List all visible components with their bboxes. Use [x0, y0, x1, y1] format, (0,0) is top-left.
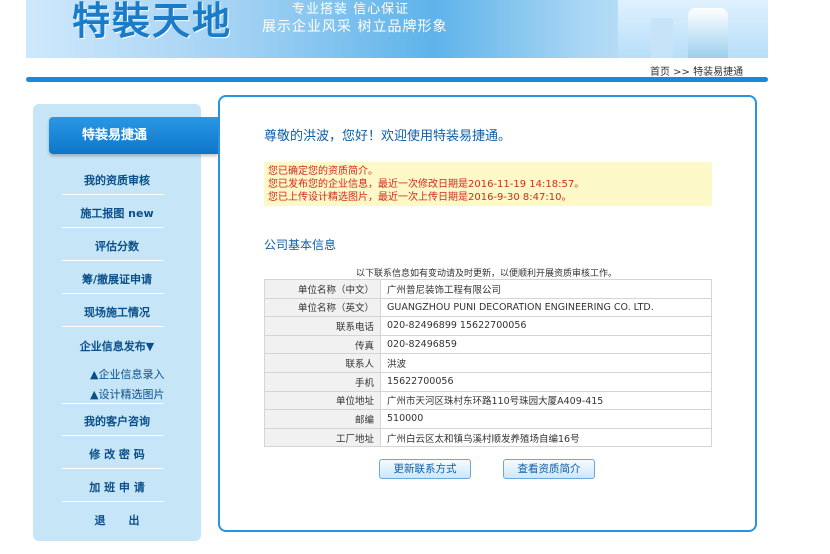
field-value: 广州白云区太和镇乌溪村顺发养殖场自编16号 [380, 427, 712, 448]
breadcrumb[interactable]: 首页 >> 特装易捷通 [650, 63, 743, 78]
sidebar-divider [62, 468, 164, 469]
field-label: 单位地址 [264, 390, 381, 411]
update-note: 以下联系信息如有变动请及时更新，以便顺利开展资质审核工作。 [356, 269, 618, 279]
sidebar-divider [62, 501, 164, 502]
table-row: 单位名称（英文） GUANGZHOU PUNI DECORATION ENGIN… [264, 297, 712, 318]
field-value: 020-82496899 15622700056 [380, 316, 712, 336]
sidebar-active-item[interactable]: 特装易捷通 [49, 117, 218, 154]
sidebar-subitem-info-entry[interactable]: ▲企业信息录入 [90, 366, 164, 382]
sidebar-item-change-password[interactable]: 修 改 密 码 [33, 446, 201, 462]
view-qualification-button[interactable]: 查看资质简介 [503, 459, 595, 479]
sidebar-item-score[interactable]: 评估分数 [33, 238, 201, 254]
field-value: 020-82496859 [380, 334, 712, 355]
sidebar-item-construction-drawing[interactable]: 施工报图 new [33, 205, 201, 221]
table-row: 手机 15622700056 [264, 371, 712, 392]
sidebar-divider [62, 435, 164, 436]
sidebar-divider [62, 326, 164, 327]
field-label: 单位名称（英文） [264, 297, 381, 318]
banner-slogan: 专业搭装 信心保证 [292, 2, 410, 17]
banner-decoration [651, 18, 673, 58]
field-value: 广州普尼装饰工程有限公司 [380, 279, 712, 299]
field-label: 联系人 [264, 353, 381, 373]
field-value: GUANGZHOU PUNI DECORATION ENGINEERING CO… [380, 297, 712, 318]
field-value: 广州市天河区珠村东环路110号珠园大厦A409-415 [380, 390, 712, 411]
sidebar-item-customer-inquiry[interactable]: 我的客户咨询 [33, 413, 201, 429]
section-title: 公司基本信息 [264, 238, 337, 252]
site-logo: 特裝天地 [72, 0, 233, 43]
sidebar-item-qualification[interactable]: 我的资质审核 [33, 172, 201, 188]
field-label: 工厂地址 [264, 427, 381, 448]
status-notice-box: 您已确定您的资质简介。 您已发布您的企业信息，最近一次修改日期是2016-11-… [264, 162, 712, 206]
sidebar-item-overtime-application[interactable]: 加 班 申 请 [33, 479, 201, 495]
sidebar-divider [62, 403, 164, 404]
field-label: 联系电话 [264, 316, 381, 336]
company-info-table: 单位名称（中文） 广州普尼装饰工程有限公司 单位名称（英文） GUANGZHOU… [264, 279, 712, 448]
notice-line: 您已发布您的企业信息，最近一次修改日期是2016-11-19 14:18:57。 [268, 179, 585, 190]
banner-slogan: 展示企业风采 树立品牌形象 [262, 19, 448, 35]
sidebar-subitem-design-images[interactable]: ▲设计精选图片 [90, 386, 164, 402]
table-row: 工厂地址 广州白云区太和镇乌溪村顺发养殖场自编16号 [264, 427, 712, 448]
table-row: 联系人 洪波 [264, 353, 712, 373]
field-label: 手机 [264, 371, 381, 392]
sidebar [33, 104, 201, 541]
sidebar-divider [62, 293, 164, 294]
table-row: 单位地址 广州市天河区珠村东环路110号珠园大厦A409-415 [264, 390, 712, 411]
banner-decoration [688, 8, 728, 58]
welcome-message: 尊敬的洪波，您好！欢迎使用特装易捷通。 [264, 129, 512, 144]
sidebar-divider [62, 227, 164, 228]
update-contact-button[interactable]: 更新联系方式 [379, 459, 471, 479]
field-label: 邮编 [264, 409, 381, 429]
sidebar-item-company-info[interactable]: 企业信息发布▼ [33, 338, 201, 354]
header-divider [26, 77, 768, 82]
sidebar-item-site-status[interactable]: 现场施工情况 [33, 304, 201, 320]
table-row: 联系电话 020-82496899 15622700056 [264, 316, 712, 336]
table-row: 邮编 510000 [264, 409, 712, 429]
sidebar-item-logout[interactable]: 退 出 [33, 512, 201, 528]
table-row: 传真 020-82496859 [264, 334, 712, 355]
field-value: 洪波 [380, 353, 712, 373]
field-label: 单位名称（中文） [264, 279, 381, 299]
header-banner: 特裝天地 专业搭装 信心保证 展示企业风采 树立品牌形象 [26, 0, 768, 58]
notice-line: 您已上传设计精选图片，最近一次上传日期是2016-9-30 8:47:10。 [268, 192, 572, 203]
field-value: 510000 [380, 409, 712, 429]
notice-line: 您已确定您的资质简介。 [268, 166, 378, 177]
field-label: 传真 [264, 334, 381, 355]
field-value: 15622700056 [380, 371, 712, 392]
table-row: 单位名称（中文） 广州普尼装饰工程有限公司 [264, 279, 712, 299]
sidebar-item-pass-application[interactable]: 筹/撤展证申请 [33, 271, 201, 287]
sidebar-divider [62, 194, 164, 195]
sidebar-divider [62, 260, 164, 261]
